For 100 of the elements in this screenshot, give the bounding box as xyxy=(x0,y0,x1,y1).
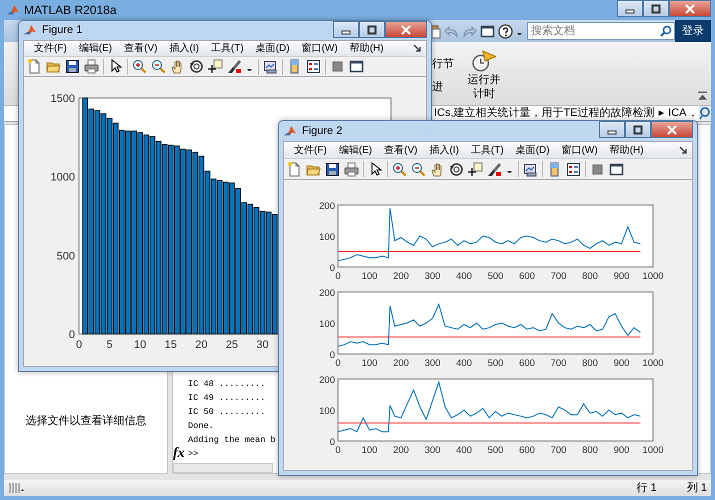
zoom-out-icon[interactable] xyxy=(151,59,166,74)
rotate-icon[interactable] xyxy=(449,162,464,176)
function-label: fx xyxy=(173,447,186,461)
tick-label: 300 xyxy=(424,445,440,456)
line-indicator: 行 1 xyxy=(636,480,657,496)
printer-icon[interactable] xyxy=(84,59,99,74)
close-icon xyxy=(401,24,411,34)
menu-item[interactable]: 编辑(E) xyxy=(332,142,378,158)
tick-label: 200 xyxy=(319,201,335,212)
square-icon[interactable] xyxy=(330,59,345,74)
tick-label: 20 xyxy=(195,338,208,351)
maximize-button[interactable] xyxy=(359,21,385,38)
linked-plot-icon[interactable] xyxy=(523,162,538,176)
zoom-out-icon[interactable] xyxy=(411,162,426,176)
column-indicator: 列 1 xyxy=(686,480,707,496)
tick-label: 200 xyxy=(319,375,335,386)
data-cursor-icon[interactable] xyxy=(208,59,223,74)
menu-item[interactable]: 文件(F) xyxy=(288,142,333,158)
menu-item[interactable]: 查看(V) xyxy=(118,40,164,56)
menu-item[interactable]: 窗口(W) xyxy=(296,40,344,56)
tick-label: 400 xyxy=(456,271,472,282)
maximize-icon xyxy=(367,24,377,34)
logo-icon xyxy=(283,124,297,138)
tick-label: 0 xyxy=(76,338,82,351)
dock-icon[interactable] xyxy=(679,146,688,154)
menu-item[interactable]: 窗口(W) xyxy=(556,142,604,158)
grip-icon[interactable] xyxy=(8,480,24,496)
new-file-icon[interactable] xyxy=(287,162,302,176)
folder-name: ICA xyxy=(668,106,686,122)
new-file-icon[interactable] xyxy=(27,59,42,74)
ribbon-label: 进 xyxy=(432,80,444,94)
tick-label: 800 xyxy=(582,271,598,282)
tick-label: 200 xyxy=(393,445,409,456)
close-button[interactable] xyxy=(669,0,711,17)
tick-label: 300 xyxy=(424,358,440,369)
linked-plot-icon[interactable] xyxy=(263,59,278,74)
tick-label: 1000 xyxy=(642,445,664,456)
tick-label: 900 xyxy=(614,445,630,456)
legend-icon[interactable] xyxy=(306,59,321,74)
menu-item[interactable]: 文件(F) xyxy=(28,40,73,56)
printer-icon[interactable] xyxy=(344,162,359,176)
search-button[interactable] xyxy=(699,106,711,121)
tick-label: 300 xyxy=(424,271,440,282)
tick-label: 1500 xyxy=(50,92,75,105)
minimize-button[interactable] xyxy=(599,121,625,138)
dock-icon[interactable] xyxy=(413,44,422,53)
square-icon[interactable] xyxy=(590,162,605,176)
window-icon[interactable] xyxy=(349,59,364,74)
collapse-icon[interactable] xyxy=(697,91,707,101)
scrollbar[interactable] xyxy=(173,463,273,473)
zoom-in-icon[interactable] xyxy=(392,162,407,176)
window-icon[interactable] xyxy=(609,162,624,176)
save-icon[interactable] xyxy=(65,59,80,74)
window-icon[interactable] xyxy=(480,24,495,38)
brush-icon[interactable] xyxy=(487,162,502,176)
console-line: IC 49 ......... xyxy=(188,392,266,405)
menu-item[interactable]: 工具(T) xyxy=(204,40,250,56)
tick-label: 400 xyxy=(456,445,472,456)
menu-item[interactable]: 插入(I) xyxy=(423,142,465,158)
tick-label: 100 xyxy=(319,406,335,417)
close-button[interactable] xyxy=(651,121,693,138)
menu-item[interactable]: 编辑(E) xyxy=(72,40,118,56)
menu-item[interactable]: 帮助(H) xyxy=(344,40,390,56)
save-icon[interactable] xyxy=(325,162,340,176)
tick-label: 25 xyxy=(226,338,238,351)
tick-label: 200 xyxy=(393,271,409,282)
menu-item[interactable]: 桌面(D) xyxy=(510,142,556,158)
console-line: Adding the mean b xyxy=(188,434,276,447)
menu-item[interactable]: 帮助(H) xyxy=(604,142,650,158)
search-field[interactable]: 搜索文档 xyxy=(527,22,675,40)
menu-item[interactable]: 插入(I) xyxy=(163,40,205,56)
tick-label: 500 xyxy=(488,445,504,456)
run-and-time-button[interactable]: 运行并计时 xyxy=(464,50,504,105)
path-separator: ▸ xyxy=(658,106,664,122)
window-title: MATLAB R2018a xyxy=(24,2,116,19)
brush-icon[interactable] xyxy=(227,59,242,74)
tick-label: 1000 xyxy=(642,358,664,369)
login-button[interactable]: 登录 xyxy=(675,20,711,42)
close-button[interactable] xyxy=(385,21,427,38)
logo-icon xyxy=(6,3,20,17)
maximize-button[interactable] xyxy=(643,0,669,17)
data-cursor-icon[interactable] xyxy=(468,162,483,176)
rotate-icon[interactable] xyxy=(189,59,204,74)
tick-label: 1000 xyxy=(50,172,75,184)
menu-item[interactable]: 工具(T) xyxy=(464,142,510,158)
menu-item[interactable]: 查看(V) xyxy=(378,142,424,158)
tick-label: 1000 xyxy=(642,271,664,282)
tick-label: 500 xyxy=(56,250,75,262)
minimize-button[interactable] xyxy=(617,0,643,17)
tick-label: 100 xyxy=(319,232,335,243)
maximize-button[interactable] xyxy=(625,121,651,138)
tick-label: 15 xyxy=(164,338,177,351)
legend-icon[interactable] xyxy=(566,162,581,176)
tick-label: 100 xyxy=(362,445,378,456)
tick-label: 0 xyxy=(335,445,341,456)
help-icon[interactable] xyxy=(498,24,513,38)
search-icon xyxy=(699,107,711,120)
minimize-button[interactable] xyxy=(333,21,359,38)
zoom-in-icon[interactable] xyxy=(132,59,147,74)
menu-item[interactable]: 桌面(D) xyxy=(250,40,296,56)
